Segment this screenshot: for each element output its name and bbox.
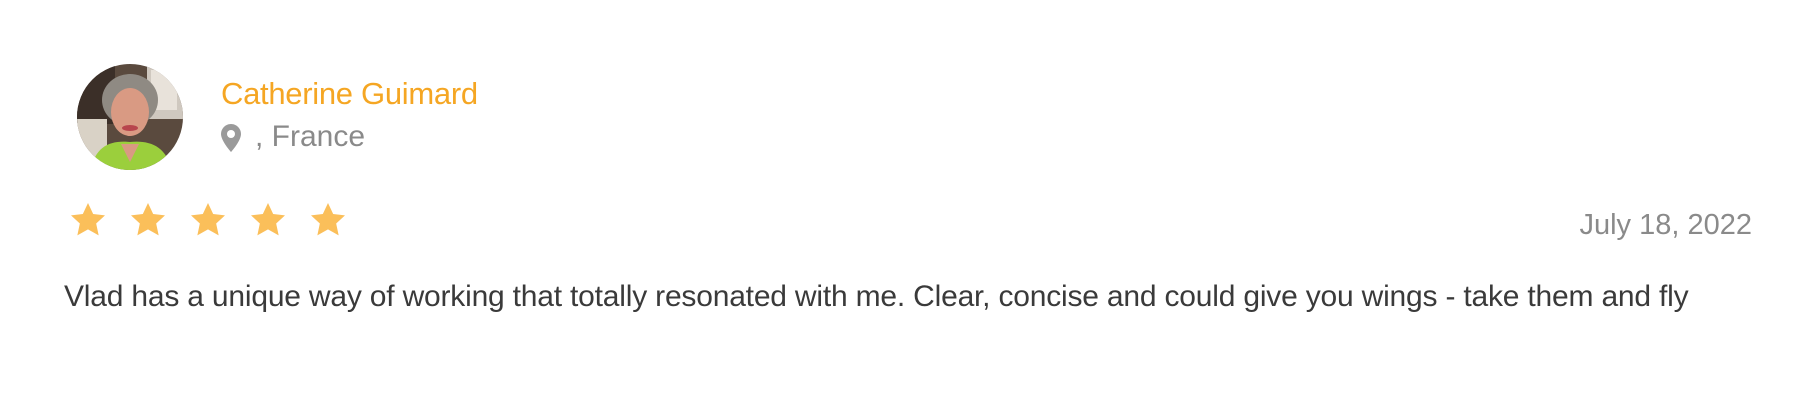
review-header: Catherine Guimard , France: [77, 64, 478, 170]
reviewer-location: , France: [221, 117, 478, 157]
map-pin-icon: [221, 123, 241, 152]
location-text: , France: [255, 120, 366, 153]
review-date: July 18, 2022: [1579, 209, 1752, 241]
star-icon: [68, 200, 108, 240]
star-icon: [128, 200, 168, 240]
star-icon: [188, 200, 228, 240]
star-icon: [248, 200, 288, 240]
star-rating: [68, 200, 1752, 240]
reviewer-name[interactable]: Catherine Guimard: [221, 73, 478, 115]
review-text: Vlad has a unique way of working that to…: [64, 280, 1689, 313]
reviewer-identity: Catherine Guimard , France: [221, 73, 478, 157]
star-icon: [308, 200, 348, 240]
avatar: [77, 64, 183, 170]
rating-row: July 18, 2022: [68, 200, 1752, 250]
avatar-image: [77, 64, 183, 170]
review-card: Catherine Guimard , France July 18, 2022…: [0, 0, 1800, 409]
